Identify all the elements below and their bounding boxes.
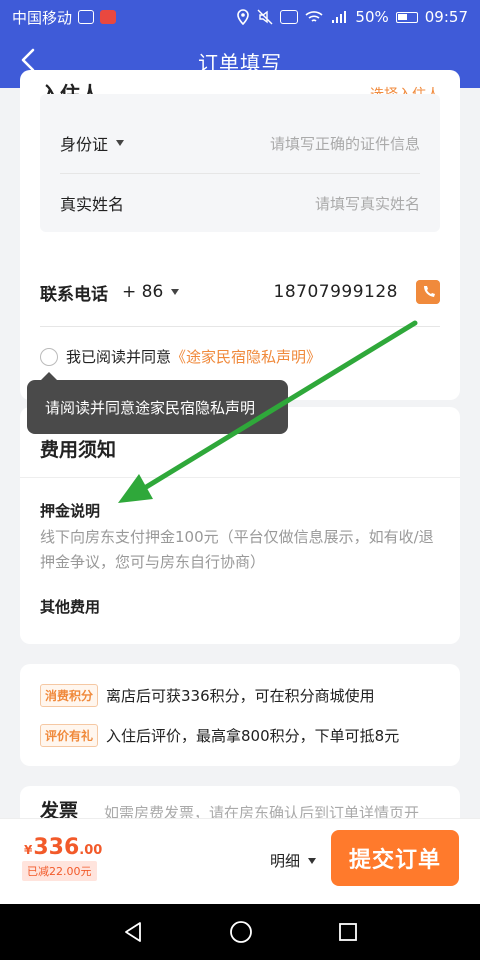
review-reward-row: 评价有礼 入住后评价，最高拿800积分，下单可抵8元 (40, 724, 399, 747)
total-price: ¥ 336 .00 (24, 835, 102, 860)
currency-symbol: ¥ (24, 843, 33, 857)
heart-notification-icon (100, 10, 117, 24)
points-card: 消费积分 离店后可获336积分，可在积分商城使用 评价有礼 入住后评价，最高拿8… (20, 664, 460, 766)
points-text: 离店后可获336积分，可在积分商城使用 (106, 687, 375, 705)
price-integer: 336 (33, 835, 80, 860)
deposit-title: 押金说明 (40, 502, 101, 520)
fee-section-title: 费用须知 (40, 439, 117, 461)
price-detail-button[interactable]: 明细 (270, 850, 317, 871)
points-row: 消费积分 离店后可获336积分，可在积分商城使用 (40, 684, 375, 707)
name-label: 真实姓名 (60, 195, 125, 214)
privacy-agreement-row[interactable]: 我已阅读并同意 《途家民宿隐私声明》 (40, 346, 321, 367)
nav-back-icon[interactable] (122, 921, 144, 943)
app-notification-icon (78, 10, 95, 24)
caret-down-icon (171, 289, 180, 295)
hd-icon (280, 10, 299, 24)
deposit-description: 线下向房东支付押金100元（平台仅做信息展示，如有收/退押金争议，您可与房东自行… (40, 528, 434, 571)
carrier-label: 中国移动 (12, 8, 73, 27)
id-type-label: 身份证 (60, 135, 109, 154)
review-badge: 评价有礼 (40, 724, 99, 747)
review-text: 入住后评价，最高拿800积分，下单可抵8元 (106, 727, 400, 745)
id-info-box: 身份证 请填写正确的证件信息 真实姓名 请填写真实姓名 (40, 94, 440, 232)
price-decimal: .00 (79, 843, 103, 858)
id-number-input[interactable]: 请填写正确的证件信息 (270, 133, 420, 154)
clock: 09:57 (424, 8, 468, 26)
caret-down-icon (308, 857, 317, 864)
agree-radio[interactable] (40, 347, 58, 366)
wifi-icon (305, 11, 323, 22)
divider (40, 326, 440, 327)
country-code-select[interactable]: + 86 (122, 282, 180, 302)
name-input[interactable]: 请填写真实姓名 (315, 193, 420, 214)
bottom-action-bar: ¥ 336 .00 已减22.00元 明细 提交订单 (0, 818, 480, 904)
battery-icon (395, 11, 418, 23)
nav-home-icon[interactable] (229, 920, 253, 944)
signal-icon (332, 11, 347, 23)
agreement-tooltip: 请阅读并同意途家民宿隐私声明 (27, 372, 288, 434)
contact-phone-row: 联系电话 + 86 18707999128 (40, 272, 440, 312)
privacy-policy-link[interactable]: 《途家民宿隐私声明》 (171, 346, 321, 367)
guest-info-card: 入住人 选择入住人 身份证 请填写正确的证件信息 真实姓名 请填写真实姓名 联系… (20, 70, 460, 400)
system-nav-bar (0, 904, 480, 960)
battery-percent: 50% (355, 8, 389, 26)
tooltip-text: 请阅读并同意途家民宿隐私声明 (45, 398, 256, 417)
name-row[interactable]: 真实姓名 请填写真实姓名 (40, 174, 440, 232)
discount-badge: 已减22.00元 (22, 861, 97, 881)
divider (20, 477, 460, 478)
location-icon (237, 9, 250, 25)
country-code: + 86 (122, 282, 164, 302)
submit-order-button[interactable]: 提交订单 (331, 830, 459, 886)
contact-phone-label: 联系电话 (40, 284, 108, 305)
phone-input[interactable]: 18707999128 (274, 282, 398, 302)
other-fees-title: 其他费用 (40, 598, 101, 616)
nav-recents-icon[interactable] (338, 922, 358, 942)
mute-icon (257, 9, 273, 25)
detail-label: 明细 (270, 852, 301, 870)
points-badge: 消费积分 (40, 684, 99, 707)
contact-book-icon[interactable] (416, 280, 440, 304)
id-type-row[interactable]: 身份证 请填写正确的证件信息 (40, 114, 440, 172)
fee-notice-card: 费用须知 押金说明 线下向房东支付押金100元（平台仅做信息展示，如有收/退押金… (20, 407, 460, 644)
id-type-select[interactable]: 身份证 (60, 131, 125, 155)
status-bar: 中国移动 50% 09:57 (0, 0, 480, 34)
caret-down-icon (116, 140, 125, 146)
agree-text: 我已阅读并同意 (66, 348, 172, 366)
